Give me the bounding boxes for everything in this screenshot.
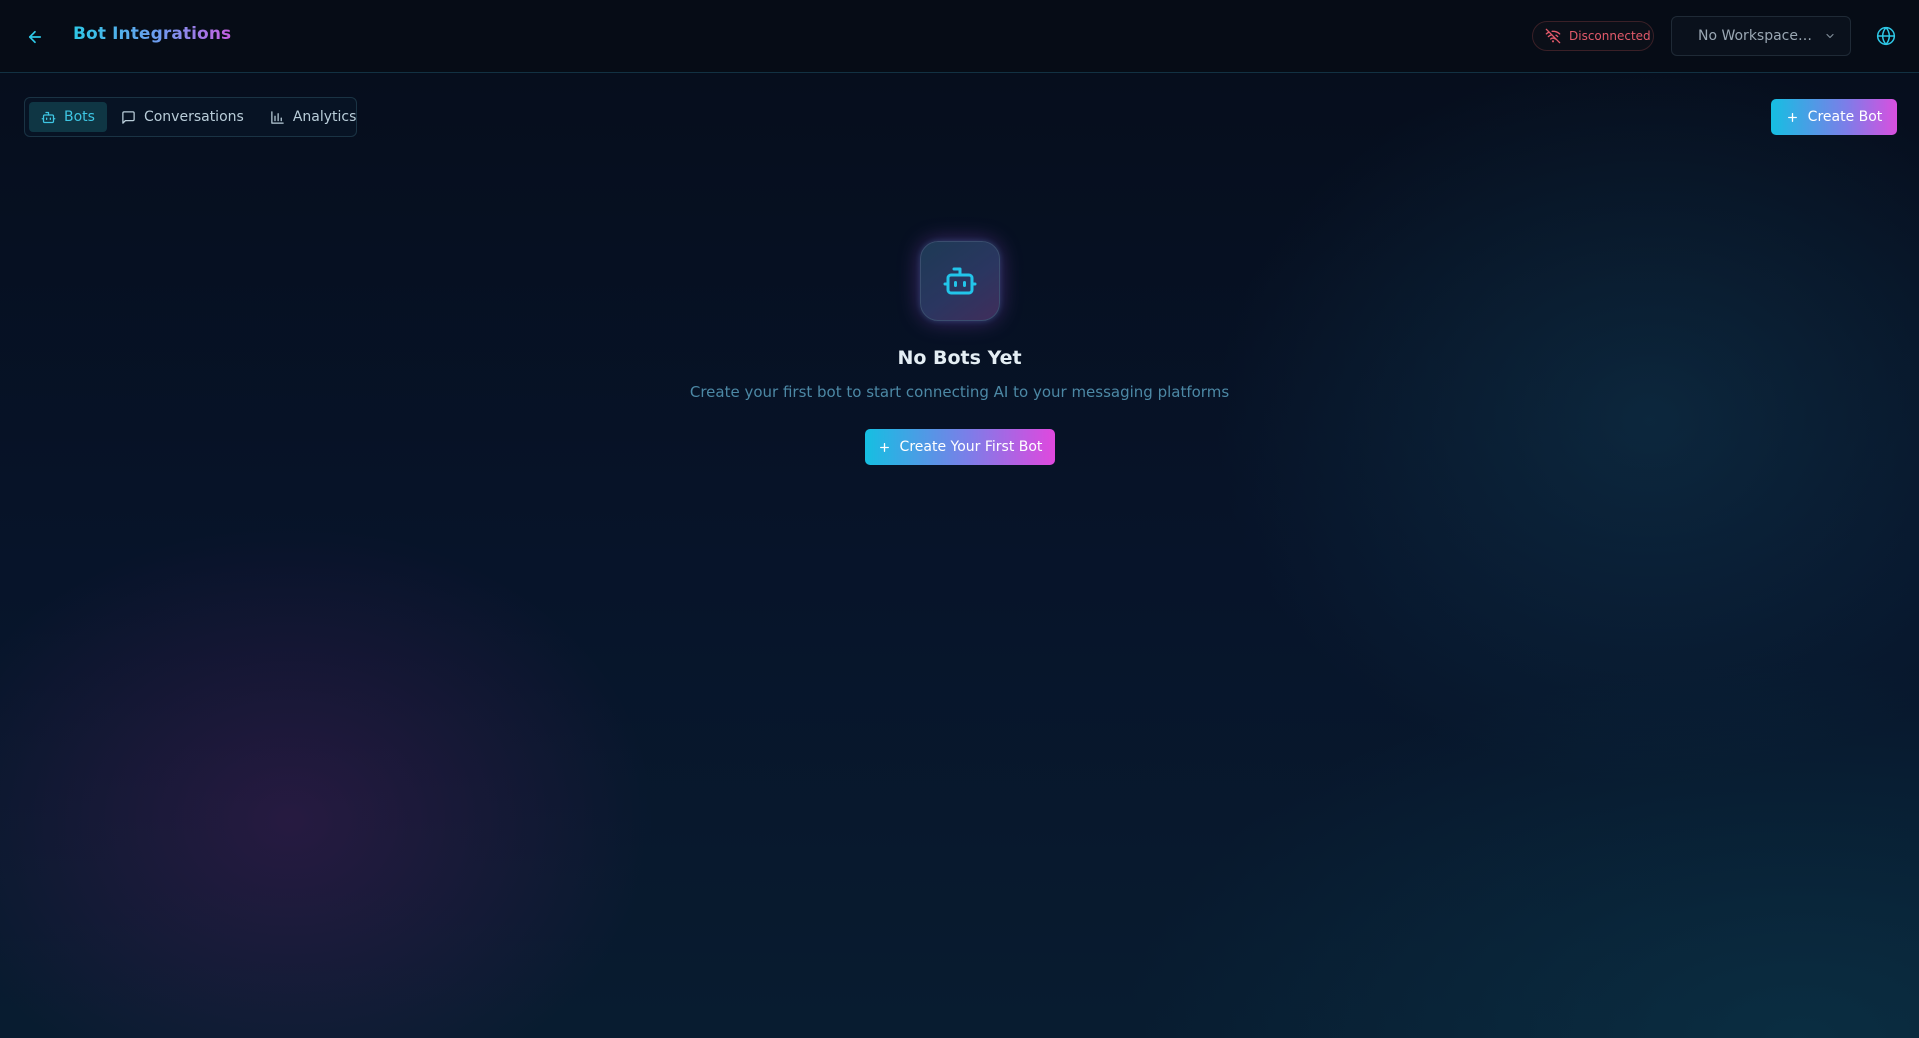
view-tabs: Bots Conversations Analytics — [24, 97, 357, 137]
connection-status-badge: Disconnected — [1532, 21, 1654, 51]
language-button[interactable] — [1874, 24, 1898, 48]
create-first-bot-button[interactable]: Create Your First Bot — [865, 429, 1055, 465]
wifi-off-icon — [1545, 28, 1561, 44]
tab-analytics-label: Analytics — [292, 109, 357, 125]
plus-icon — [879, 442, 889, 452]
message-square-icon — [122, 110, 135, 124]
empty-state-title: No Bots Yet — [897, 347, 1022, 369]
tab-bots-label: Bots — [64, 109, 95, 125]
plus-icon — [1787, 112, 1797, 122]
empty-state-bot-tile — [920, 241, 1000, 321]
bot-icon — [943, 267, 977, 295]
empty-state-description: Create your first bot to start connectin… — [689, 383, 1230, 401]
globe-icon — [1876, 26, 1896, 46]
create-first-bot-label: Create Your First Bot — [899, 439, 1043, 455]
bot-icon — [41, 111, 56, 123]
tab-conversations[interactable]: Conversations — [109, 102, 256, 132]
create-bot-button[interactable]: Create Bot — [1771, 99, 1897, 135]
connection-status-text: Disconnected — [1569, 29, 1651, 43]
tab-bots[interactable]: Bots — [29, 102, 107, 132]
tab-analytics[interactable]: Analytics — [258, 102, 369, 132]
tab-conversations-label: Conversations — [143, 109, 244, 125]
bar-chart-icon — [271, 110, 284, 124]
workspace-select[interactable]: No Workspace… — [1671, 16, 1851, 56]
top-header: Bot Integrations Disconnected No Workspa… — [0, 0, 1919, 73]
chevron-down-icon — [1826, 33, 1834, 39]
create-bot-label: Create Bot — [1807, 109, 1883, 125]
arrow-left-icon — [28, 30, 42, 44]
workspace-select-value: No Workspace… — [1697, 28, 1812, 44]
page-title: Bot Integrations — [73, 24, 232, 44]
back-button[interactable] — [22, 24, 48, 50]
